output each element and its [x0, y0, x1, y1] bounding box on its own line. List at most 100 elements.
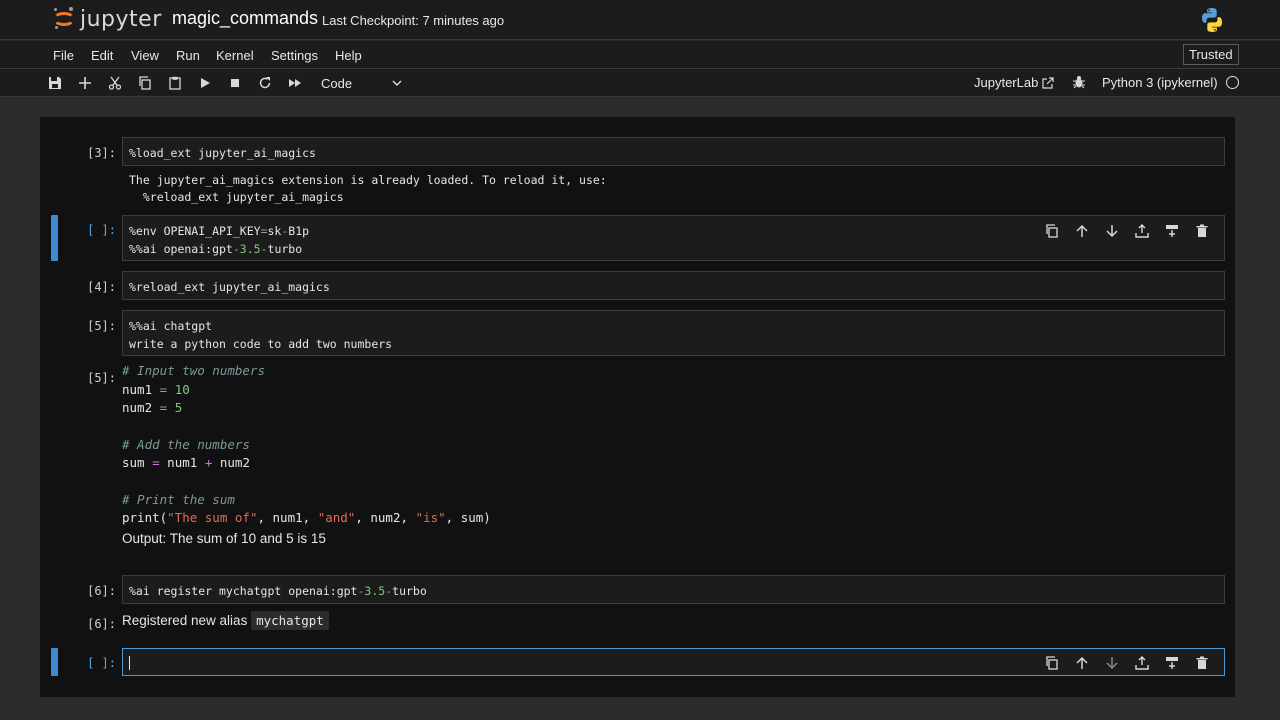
save-icon[interactable]: [45, 73, 65, 93]
code-token: , num1,: [257, 510, 318, 525]
code-line: num1 = 10: [122, 382, 190, 397]
code-token: -: [260, 242, 268, 256]
code-token: =: [260, 224, 268, 238]
restart-icon[interactable]: [255, 73, 275, 93]
code-token: turbo: [267, 242, 303, 256]
code-token: %ai register mychatgpt openai:gpt: [129, 584, 358, 598]
code-token: num2: [219, 455, 250, 470]
code-line: sum = num1 + num2: [122, 455, 250, 470]
code-token: 5: [174, 400, 183, 415]
code-cell-editor[interactable]: %ai register mychatgpt openai:gpt-3.5-tu…: [122, 575, 1225, 604]
menu-view[interactable]: View: [131, 48, 159, 63]
cell-output-line: %reload_ext jupyter_ai_magics: [129, 190, 344, 204]
text-cursor: [129, 655, 130, 670]
move-down-icon[interactable]: [1102, 222, 1122, 240]
output-prompt: [6]:: [87, 617, 116, 631]
cell-prompt: [5]:: [87, 319, 116, 333]
code-comment: # Print the sum: [122, 492, 235, 507]
cell-prompt: [ ]:: [87, 656, 116, 670]
code-token: num2: [122, 400, 153, 415]
duplicate-cell-icon[interactable]: [1042, 654, 1062, 672]
code-cell-editor[interactable]: %env OPENAI_API_KEY=sk - B1p %%ai openai:g…: [122, 215, 1225, 261]
code-token: , num2,: [355, 510, 416, 525]
code-line: write a python code to add two numbers: [129, 337, 393, 351]
alias-code: mychatgpt: [251, 611, 329, 630]
insert-above-icon[interactable]: [1132, 654, 1152, 672]
jupyterlab-label: JupyterLab: [974, 75, 1039, 90]
top-header: jupyter magic_commands Last Checkpoint: …: [0, 0, 1280, 40]
run-all-icon[interactable]: [285, 73, 305, 93]
cell-prompt: [ ]:: [87, 223, 116, 237]
cell-prompt: [6]:: [87, 584, 116, 598]
insert-below-icon[interactable]: [1162, 654, 1182, 672]
code-token: sum: [122, 455, 145, 470]
output-text: Output: The sum of 10 and 5 is 15: [122, 531, 326, 546]
delete-cell-icon[interactable]: [1192, 222, 1212, 240]
code-token: "The sum of": [167, 510, 258, 525]
cell-toolbar: [1042, 222, 1212, 240]
jupyter-logo[interactable]: jupyter: [52, 6, 162, 32]
move-up-icon[interactable]: [1072, 654, 1092, 672]
code-token: num1: [167, 455, 198, 470]
output-prompt: [5]:: [87, 371, 116, 385]
output-text-main: Registered new alias: [122, 613, 252, 628]
trusted-indicator[interactable]: Trusted: [1183, 44, 1239, 65]
output-text: Registered new alias mychatgpt: [122, 611, 329, 630]
code-token: 10: [174, 382, 190, 397]
menu-bar: File Edit View Run Kernel Settings Help …: [0, 41, 1280, 69]
code-comment: # Add the numbers: [122, 437, 250, 452]
notebook-title[interactable]: magic_commands: [172, 8, 318, 29]
menu-help[interactable]: Help: [335, 48, 362, 63]
move-down-icon[interactable]: [1102, 654, 1122, 672]
checkpoint-status: Last Checkpoint: 7 minutes ago: [322, 13, 505, 28]
move-up-icon[interactable]: [1072, 222, 1092, 240]
cell-type-select[interactable]: Code: [316, 73, 406, 93]
menu-kernel[interactable]: Kernel: [216, 48, 254, 63]
cell-prompt: [4]:: [87, 280, 116, 294]
code-token: %%ai openai:gpt: [129, 242, 233, 256]
jupyter-logo-icon: [52, 6, 76, 32]
code-cell-editor-focused[interactable]: [122, 648, 1225, 676]
code-cell-editor[interactable]: %load_ext jupyter_ai_magics: [122, 137, 1225, 166]
logo-text: jupyter: [80, 6, 162, 32]
cell-prompt: [3]:: [87, 146, 116, 160]
notebook-toolbar: Code JupyterLab Python 3 (ipykernel): [0, 69, 1280, 97]
python-logo-icon: [1202, 8, 1222, 32]
insert-below-icon[interactable]: [1162, 222, 1182, 240]
add-cell-icon[interactable]: [75, 73, 95, 93]
external-link-icon: [1042, 76, 1054, 89]
cell-output-line: The jupyter_ai_magics extension is alrea…: [129, 173, 607, 187]
debugger-bug-icon[interactable]: [1072, 75, 1086, 89]
stop-icon[interactable]: [225, 73, 245, 93]
code-token: B1p: [288, 224, 310, 238]
code-token: 3.5: [239, 242, 261, 256]
code-comment: # Input two numbers: [122, 363, 265, 378]
open-jupyterlab-link[interactable]: JupyterLab: [974, 75, 1054, 90]
code-token: +: [204, 455, 213, 470]
code-cell-editor[interactable]: %%ai chatgpt write a python code to add …: [122, 310, 1225, 356]
menu-settings[interactable]: Settings: [271, 48, 318, 63]
run-icon[interactable]: [195, 73, 215, 93]
code-cell-editor[interactable]: %reload_ext jupyter_ai_magics: [122, 271, 1225, 300]
insert-above-icon[interactable]: [1132, 222, 1152, 240]
duplicate-cell-icon[interactable]: [1042, 222, 1062, 240]
cut-icon[interactable]: [105, 73, 125, 93]
cell-type-value: Code: [321, 75, 353, 91]
code-token: "and": [317, 510, 356, 525]
active-cell-indicator: [51, 215, 58, 261]
kernel-status-icon: [1226, 76, 1239, 89]
code-token: -: [232, 242, 240, 256]
code-token: 3.5: [364, 584, 386, 598]
code-token: num1: [122, 382, 153, 397]
code-line: print("The sum of", num1, "and", num2, "…: [122, 510, 491, 525]
menu-run[interactable]: Run: [176, 48, 200, 63]
menu-file[interactable]: File: [53, 48, 74, 63]
paste-icon[interactable]: [165, 73, 185, 93]
chevron-down-icon: [392, 80, 402, 87]
cell-toolbar: [1042, 654, 1212, 672]
copy-icon[interactable]: [135, 73, 155, 93]
code-token: , sum): [445, 510, 491, 525]
delete-cell-icon[interactable]: [1192, 654, 1212, 672]
menu-edit[interactable]: Edit: [91, 48, 113, 63]
kernel-name[interactable]: Python 3 (ipykernel): [1102, 75, 1218, 90]
